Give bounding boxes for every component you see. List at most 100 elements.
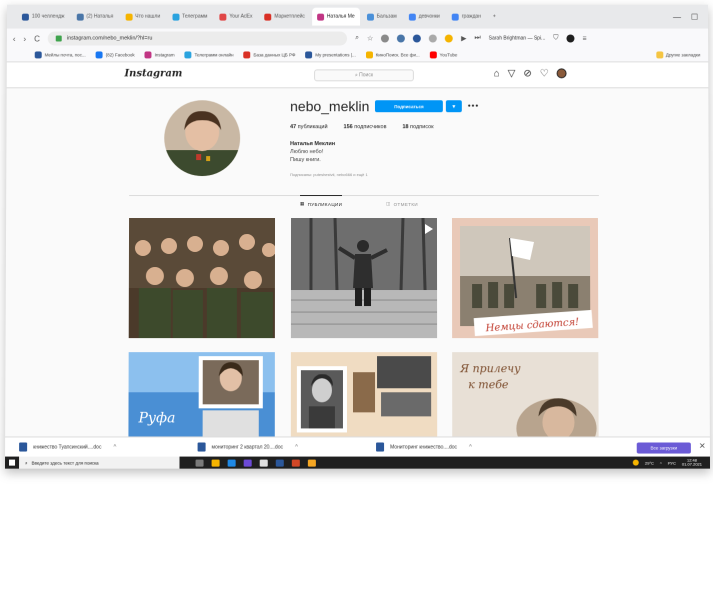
- start-button[interactable]: [5, 457, 19, 469]
- browser-tab[interactable]: Маркетплейс: [259, 8, 310, 26]
- browser-tab[interactable]: Your AdEx: [214, 8, 257, 26]
- menu-icon[interactable]: ≡: [582, 35, 586, 42]
- minimize-icon[interactable]: —: [673, 12, 681, 21]
- posts-stat: 47 публикаций: [290, 124, 328, 131]
- following-stat[interactable]: 18 подписок: [402, 124, 433, 130]
- extension-icon[interactable]: [381, 34, 390, 43]
- post-thumbnail[interactable]: Я прилечу к тебе: [452, 352, 599, 437]
- direct-icon[interactable]: ▽: [508, 68, 516, 79]
- browser-tab[interactable]: Что нашли: [120, 8, 165, 26]
- favicon-icon: [34, 51, 42, 59]
- profile-avatar[interactable]: [164, 100, 241, 177]
- next-icon[interactable]: ⏭: [474, 35, 480, 43]
- instagram-logo[interactable]: Instagram: [124, 68, 182, 79]
- bookmark-item[interactable]: База данных ЦБ РФ: [243, 51, 296, 59]
- windows-icon: [9, 459, 16, 466]
- extension-icon[interactable]: [397, 34, 406, 43]
- search-icon: ⌕: [25, 460, 28, 466]
- download-item[interactable]: книжество Туапсинский....doc ^: [19, 442, 197, 452]
- bookmark-item[interactable]: YouTube: [429, 51, 458, 59]
- taskbar-apps: [195, 459, 316, 467]
- forward-icon[interactable]: ›: [23, 34, 26, 43]
- clock[interactable]: 12:48 01.07.2021: [682, 457, 702, 467]
- home-icon[interactable]: ⌂: [494, 68, 500, 79]
- extension-icon[interactable]: [413, 34, 422, 43]
- taskbar-app-icon[interactable]: [307, 459, 316, 467]
- extension-icon[interactable]: [429, 34, 438, 43]
- profile-stats: 47 публикаций 156 подписчиков 18 подписо…: [290, 124, 433, 130]
- maximize-icon[interactable]: ☐: [691, 12, 698, 21]
- browser-tab[interactable]: Наталья Ме: [311, 7, 360, 26]
- system-tray: 29°C ^ РУС 12:48 01.07.2021: [632, 457, 710, 467]
- taskbar-app-icon[interactable]: [291, 459, 300, 467]
- follow-button[interactable]: Подписаться: [374, 100, 443, 113]
- post-thumbnail[interactable]: [128, 218, 276, 338]
- taskbar-app-icon[interactable]: [227, 459, 236, 467]
- taskbar-app-icon[interactable]: [195, 459, 204, 467]
- followers-stat[interactable]: 156 подписчиков: [344, 124, 387, 130]
- tab-label: граждан: [461, 13, 481, 20]
- download-item[interactable]: мониторинг 2 квартал 20....doc ^: [197, 442, 376, 452]
- bookmark-item[interactable]: My presentations |...: [305, 51, 356, 59]
- extension-icon[interactable]: [445, 34, 454, 43]
- weather-icon[interactable]: [632, 459, 639, 466]
- bookmark-label: (82) Facebook: [105, 52, 135, 58]
- post-thumbnail[interactable]: Руфа: [128, 352, 275, 437]
- explore-icon[interactable]: ⊘: [523, 68, 531, 79]
- bookmark-other[interactable]: Другие закладки: [655, 51, 708, 59]
- new-tab-icon[interactable]: +: [488, 8, 501, 26]
- zoom-icon[interactable]: ⌕: [355, 35, 359, 43]
- chevron-up-icon[interactable]: ^: [469, 444, 472, 450]
- post-thumbnail[interactable]: Немцы сдаются!: [451, 218, 599, 338]
- heart-icon[interactable]: ♡: [540, 68, 549, 79]
- word-document-icon: [376, 442, 385, 452]
- show-all-downloads-button[interactable]: Все загрузки: [636, 442, 691, 454]
- folder-icon: [655, 51, 663, 59]
- chevron-up-icon[interactable]: ^: [295, 444, 298, 450]
- shield-icon[interactable]: ⛉: [553, 35, 558, 43]
- browser-tab[interactable]: девчонки: [404, 8, 445, 26]
- taskbar-app-icon[interactable]: [275, 459, 284, 467]
- bookmark-item[interactable]: Мейлы почта, пос...: [34, 51, 86, 59]
- chevron-up-icon[interactable]: ^: [660, 460, 662, 465]
- tag-icon: ◫: [385, 201, 391, 207]
- bookmark-item[interactable]: Телеграмм онлайн: [184, 51, 234, 59]
- tab-posts[interactable]: ▦ ПУБЛИКАЦИИ: [300, 201, 342, 207]
- browser-tab[interactable]: Телеграмм: [167, 8, 212, 26]
- more-options-icon[interactable]: •••: [468, 101, 479, 110]
- tab-label: Бальзам: [376, 13, 397, 20]
- avatar[interactable]: [556, 68, 567, 79]
- search-input[interactable]: ⌕ Поиск: [314, 69, 414, 82]
- star-icon[interactable]: ☆: [367, 35, 373, 43]
- bookmark-label: КиноПоиск. Все фи...: [375, 52, 420, 58]
- tab-tagged[interactable]: ◫ ОТМЕТКИ: [386, 201, 418, 207]
- play-icon[interactable]: ▶: [461, 35, 466, 43]
- bookmark-item[interactable]: Instagram: [144, 51, 175, 59]
- browser-tab[interactable]: Бальзам: [362, 8, 402, 26]
- close-icon[interactable]: ✕: [699, 441, 706, 450]
- bookmarks-bar: Мейлы почта, пос... (82) Facebook Instagra…: [6, 48, 709, 63]
- back-icon[interactable]: ‹: [13, 34, 16, 43]
- url-field[interactable]: instagram.com/nebo_meklin/?hl=ru: [47, 31, 348, 46]
- taskbar-search[interactable]: ⌕ Введите здесь текст для поиска: [19, 456, 180, 469]
- bookmark-item[interactable]: (82) Facebook: [95, 51, 135, 59]
- suggested-button[interactable]: ▾: [445, 100, 462, 113]
- account-icon[interactable]: [566, 34, 575, 43]
- favicon-icon: [21, 13, 29, 21]
- taskbar-app-icon[interactable]: [211, 459, 220, 467]
- bookmark-item[interactable]: КиноПоиск. Все фи...: [365, 51, 420, 59]
- download-item[interactable]: Мониторинг книжество....doc ^: [376, 442, 554, 452]
- taskbar-app-icon[interactable]: [243, 459, 252, 467]
- chevron-up-icon[interactable]: ^: [113, 444, 116, 450]
- post-thumbnail[interactable]: [290, 218, 438, 338]
- profile-bio-line: Люблю небо!: [290, 149, 324, 156]
- followed-by[interactable]: Подписаны: puteshestvii, nebo666 и ещё 1: [290, 172, 368, 177]
- browser-tab[interactable]: 100 челлендж: [17, 8, 70, 26]
- taskbar-app-icon[interactable]: [259, 459, 268, 467]
- bookmark-label: My presentations |...: [315, 52, 356, 58]
- reload-icon[interactable]: C: [34, 34, 40, 43]
- favicon-icon: [172, 13, 180, 21]
- browser-tab[interactable]: (2) Наталья: [71, 8, 118, 26]
- browser-tab[interactable]: граждан: [447, 8, 486, 26]
- post-thumbnail[interactable]: [290, 352, 438, 437]
